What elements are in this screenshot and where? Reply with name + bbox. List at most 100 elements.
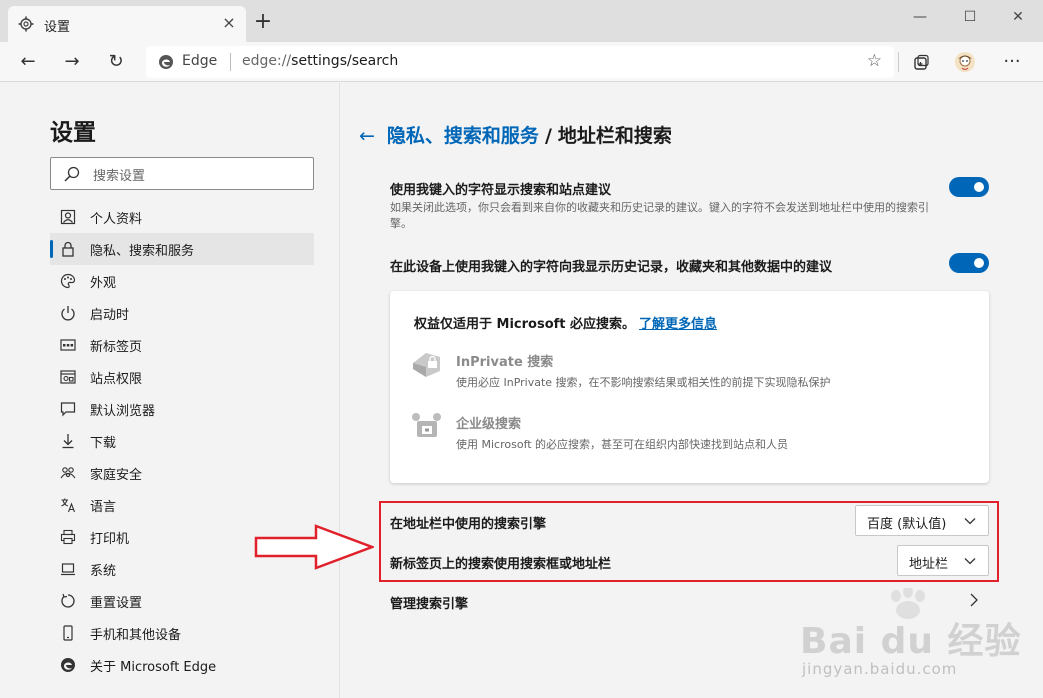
default-browser-icon — [60, 402, 76, 417]
sidebar-item-reset[interactable]: 重置设置 — [50, 585, 314, 617]
new-tab-button[interactable]: + — [252, 11, 274, 34]
new-tab-search-select[interactable]: 地址栏 — [897, 545, 989, 576]
sidebar-item-downloads[interactable]: 下载 — [50, 425, 314, 457]
lock-icon — [62, 241, 74, 257]
system-icon — [61, 563, 75, 576]
address-bar[interactable]: Edge edge://settings/search ☆ — [146, 46, 894, 78]
sidebar-item-about[interactable]: 关于 Microsoft Edge — [50, 649, 314, 681]
bing-benefits-card: 权益仅适用于 Microsoft 必应搜索。 了解更多信息 InPrivate 搜… — [390, 291, 989, 483]
enterprise-search-icon — [412, 413, 441, 437]
settings-sidebar: 设置 搜索设置 个人资料 隐私、搜索和服务 外观 启动时 新标签页 站点权限 默… — [0, 83, 340, 698]
watermark-text: Bai du 经验 — [800, 621, 1022, 662]
favorite-star-icon[interactable]: ☆ — [867, 51, 882, 71]
history-suggestions-toggle[interactable] — [949, 253, 989, 273]
toolbar-divider — [898, 52, 899, 72]
tab-title: 设置 — [44, 20, 71, 35]
sidebar-item-label: 系统 — [90, 564, 117, 579]
more-menu-button[interactable]: ··· — [998, 48, 1026, 76]
settings-tab[interactable]: 设置 × — [8, 6, 246, 42]
suggestions-toggle[interactable] — [949, 177, 989, 197]
sidebar-item-label: 重置设置 — [90, 596, 143, 611]
sidebar-item-languages[interactable]: 语言 — [50, 489, 314, 521]
profile-icon — [60, 209, 76, 225]
minimize-button[interactable]: — — [897, 4, 943, 30]
search-engine-select[interactable]: 百度 (默认值) — [855, 505, 989, 536]
sidebar-item-phone[interactable]: 手机和其他设备 — [50, 617, 314, 649]
annotation-arrow — [254, 524, 374, 570]
sidebar-item-label: 个人资料 — [90, 212, 143, 227]
download-icon — [62, 434, 74, 449]
sidebar-item-default-browser[interactable]: 默认浏览器 — [50, 393, 314, 425]
site-identity-label: Edge — [182, 53, 218, 69]
watermark-url: jingyan.baidu.com — [802, 660, 958, 678]
search-engine-label: 在地址栏中使用的搜索引擎 — [390, 517, 547, 532]
search-engine-value: 百度 (默认值) — [867, 517, 947, 532]
breadcrumb: ← 隐私、搜索和服务 / 地址栏和搜索 — [359, 121, 672, 148]
sidebar-item-label: 默认浏览器 — [90, 404, 156, 419]
close-tab-icon[interactable]: × — [220, 14, 238, 32]
sidebar-item-label: 语言 — [90, 500, 117, 515]
breadcrumb-separator: / — [544, 125, 552, 147]
breadcrumb-parent-link[interactable]: 隐私、搜索和服务 — [387, 125, 539, 147]
edge-logo-icon — [159, 55, 173, 69]
power-icon — [61, 306, 75, 321]
sidebar-item-label: 关于 Microsoft Edge — [90, 660, 217, 675]
refresh-button[interactable]: ↻ — [102, 48, 130, 76]
url-path: settings/search — [291, 53, 399, 69]
search-icon — [64, 166, 80, 182]
new-tab-search-label: 新标签页上的搜索使用搜索框或地址栏 — [390, 557, 612, 572]
back-arrow-icon[interactable]: ← — [359, 125, 375, 147]
new-tab-search-value: 地址栏 — [909, 557, 949, 572]
inprivate-search-desc: 使用必应 InPrivate 搜索，在不影响搜索结果或相关性的前提下实现隐私保护 — [456, 376, 831, 389]
profile-avatar-icon[interactable] — [954, 51, 976, 73]
inprivate-search-title: InPrivate 搜索 — [456, 355, 554, 370]
bing-benefits-note: 权益仅适用于 Microsoft 必应搜索。 了解更多信息 — [414, 313, 717, 332]
sidebar-item-label: 站点权限 — [90, 372, 143, 387]
edge-logo-icon — [61, 658, 75, 672]
settings-search-input[interactable]: 搜索设置 — [50, 157, 314, 190]
sidebar-item-family-safety[interactable]: 家庭安全 — [50, 457, 314, 489]
chevron-down-icon — [964, 558, 976, 565]
url-prefix: edge:// — [242, 53, 292, 69]
back-button[interactable]: ← — [14, 48, 42, 76]
search-placeholder: 搜索设置 — [93, 169, 146, 184]
sidebar-item-startup[interactable]: 启动时 — [50, 297, 314, 329]
address-separator — [230, 53, 231, 71]
new-tab-page-icon — [60, 339, 76, 351]
sidebar-item-label: 外观 — [90, 276, 117, 291]
suggestions-setting-title: 使用我键入的字符显示搜索和站点建议 — [390, 183, 612, 198]
palette-icon — [60, 273, 76, 289]
site-permissions-icon — [60, 370, 76, 384]
sidebar-item-privacy[interactable]: 隐私、搜索和服务 — [50, 233, 314, 265]
gear-icon — [18, 16, 34, 32]
reset-icon — [61, 593, 75, 608]
history-suggestions-title: 在此设备上使用我键入的字符向我显示历史记录，收藏夹和其他数据中的建议 — [390, 260, 833, 275]
sidebar-item-label: 隐私、搜索和服务 — [90, 244, 195, 259]
toolbar: ← → ↻ Edge edge://settings/search ☆ ··· — [0, 42, 1043, 82]
sidebar-item-label: 下载 — [90, 436, 117, 451]
sidebar-item-label: 打印机 — [90, 532, 130, 547]
enterprise-search-desc: 使用 Microsoft 的必应搜索，甚至可在组织内部快速找到站点和人员 — [456, 438, 789, 451]
sidebar-item-profile[interactable]: 个人资料 — [50, 201, 314, 233]
collections-icon[interactable] — [912, 54, 930, 72]
sidebar-item-appearance[interactable]: 外观 — [50, 265, 314, 297]
manage-search-engines-link[interactable]: 管理搜索引擎 — [390, 593, 468, 612]
sidebar-item-label: 启动时 — [90, 308, 130, 323]
sidebar-item-label: 手机和其他设备 — [90, 628, 182, 643]
learn-more-link[interactable]: 了解更多信息 — [639, 317, 717, 332]
forward-button[interactable]: → — [58, 48, 86, 76]
url-text: edge://settings/search — [242, 53, 398, 69]
sidebar-item-new-tab[interactable]: 新标签页 — [50, 329, 314, 361]
sidebar-item-label: 新标签页 — [90, 340, 143, 355]
enterprise-search-title: 企业级搜索 — [456, 417, 522, 432]
suggestions-setting-desc: 如果关闭此选项，你只会看到来自你的收藏夹和历史记录的建议。键入的字符不会发送到地… — [390, 201, 929, 230]
phone-icon — [63, 625, 73, 641]
sidebar-item-site-permissions[interactable]: 站点权限 — [50, 361, 314, 393]
window-close-button[interactable]: ✕ — [995, 4, 1041, 30]
bing-note-text: 权益仅适用于 Microsoft 必应搜索。 — [414, 317, 636, 332]
sidebar-title: 设置 — [50, 120, 96, 146]
language-icon — [61, 498, 76, 513]
printer-icon — [60, 529, 76, 545]
maximize-button[interactable]: ☐ — [947, 4, 993, 30]
title-bar: 设置 × + — ☐ ✕ — [0, 0, 1043, 42]
